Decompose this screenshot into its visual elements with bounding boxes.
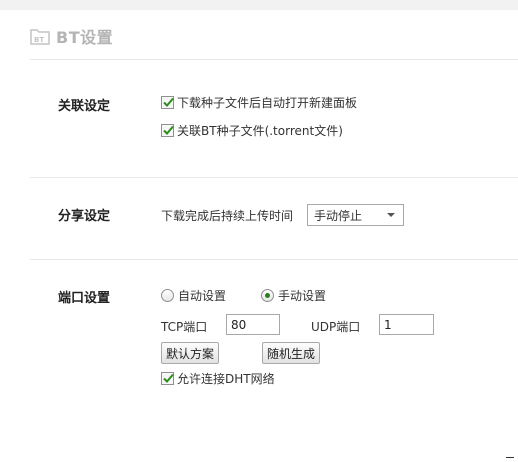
checkmark-icon — [163, 373, 174, 383]
port-mode-manual-label: 手动设置 — [278, 289, 327, 303]
associate-torrent-checkbox[interactable] — [161, 124, 174, 137]
port-mode-auto-label: 自动设置 — [178, 289, 227, 303]
section-label-association: 关联设定 — [58, 99, 111, 114]
default-scheme-button[interactable]: 默认方案 — [161, 342, 219, 364]
port-mode-manual-radio[interactable] — [261, 289, 274, 302]
port-mode-manual-option[interactable]: 手动设置 — [261, 287, 326, 304]
upload-duration-value: 手动停止 — [314, 208, 363, 223]
port-mode-auto-radio[interactable] — [161, 289, 174, 302]
section-label-ports: 端口设置 — [58, 291, 111, 306]
random-generate-button[interactable]: 随机生成 — [262, 342, 320, 364]
corner-mark — [506, 457, 514, 458]
associate-torrent-label: 关联BT种子文件(.torrent文件) — [177, 124, 343, 138]
page-title: BT设置 — [56, 28, 114, 47]
udp-port-label: UDP端口 — [311, 320, 361, 334]
allow-dht-option[interactable]: 允许连接DHT网络 — [161, 370, 275, 387]
checkmark-icon — [163, 97, 174, 107]
section-divider — [30, 259, 518, 260]
bt-folder-icon: BT — [30, 29, 50, 45]
port-mode-auto-option[interactable]: 自动设置 — [161, 287, 226, 304]
tcp-port-input[interactable]: 80 — [226, 314, 280, 335]
top-bar — [0, 0, 518, 10]
auto-open-panel-option[interactable]: 下载种子文件后自动打开新建面板 — [161, 94, 357, 111]
auto-open-panel-checkbox[interactable] — [161, 96, 174, 109]
upload-duration-select[interactable]: 手动停止 — [307, 204, 404, 226]
associate-torrent-option[interactable]: 关联BT种子文件(.torrent文件) — [161, 122, 343, 139]
udp-port-input[interactable]: 1 — [379, 314, 434, 335]
upload-duration-label: 下载完成后持续上传时间 — [161, 209, 294, 223]
svg-text:BT: BT — [34, 36, 44, 44]
page-header: BT BT设置 — [30, 24, 113, 48]
allow-dht-checkbox[interactable] — [161, 372, 174, 385]
chevron-down-icon — [387, 213, 395, 217]
section-label-sharing: 分享设定 — [58, 209, 111, 224]
tcp-port-label: TCP端口 — [161, 320, 208, 334]
section-divider — [30, 177, 518, 178]
auto-open-panel-label: 下载种子文件后自动打开新建面板 — [177, 96, 358, 110]
header-divider — [30, 59, 518, 60]
checkmark-icon — [163, 125, 174, 135]
allow-dht-label: 允许连接DHT网络 — [177, 372, 275, 386]
